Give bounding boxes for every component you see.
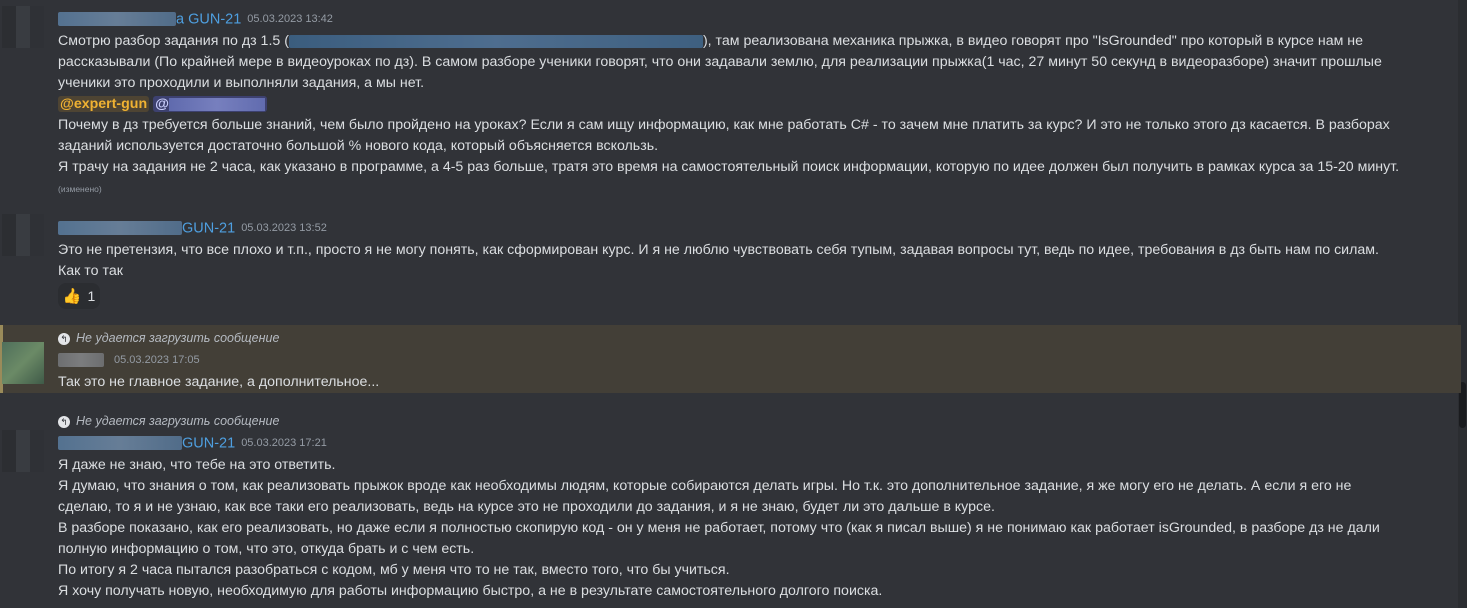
message-text: ), там реализована механика прыжка, в ви…: [702, 33, 1364, 49]
message-text: Смотрю разбор задания по дз 1.5 (: [58, 33, 289, 49]
author-name[interactable]: a GUN-21: [176, 11, 241, 27]
avatar[interactable]: [2, 342, 44, 384]
reaction-thumbs-up[interactable]: 👍 1: [58, 283, 100, 309]
avatar[interactable]: [2, 6, 44, 48]
message-line: полную информацию о том, что это, откуда…: [58, 541, 475, 557]
author-name-blurred[interactable]: [58, 12, 176, 27]
timestamp[interactable]: 05.03.2023 17:05: [114, 354, 200, 366]
author-name[interactable]: GUN-21: [182, 435, 235, 451]
author-name[interactable]: GUN-21: [182, 220, 235, 236]
mention-name-blurred: [168, 97, 265, 111]
mention-expert-gun[interactable]: @expert-gun: [58, 96, 150, 112]
message-line: В разборе показано, как его реализовать,…: [58, 520, 1380, 536]
message-line: Это не претензия, что все плохо и т.п., …: [58, 242, 1379, 258]
edited-label: (изменено): [58, 184, 102, 194]
message-line: Я трачу на задания не 2 часа, как указан…: [58, 159, 1400, 175]
message-header: 05.03.2023 17:05: [58, 352, 200, 368]
message-line: Я думаю, что знания о том, как реализова…: [58, 478, 1352, 494]
reply-icon: ↰: [58, 415, 70, 428]
message-line: рассказывали (По крайней мере в видеоуро…: [58, 54, 1382, 70]
message-line: сделаю, то я и не узнаю, как все таки ег…: [58, 499, 995, 515]
author-name-blurred[interactable]: [58, 353, 104, 368]
author-name-blurred[interactable]: [58, 436, 182, 451]
message-line: ученики это проходили и выполняли задани…: [58, 75, 425, 91]
message-line: Смотрю разбор задания по дз 1.5 ( ), там …: [58, 31, 1363, 51]
timestamp[interactable]: 05.03.2023 17:21: [241, 437, 327, 449]
message-line: По итогу я 2 часа пытался разобраться с …: [58, 562, 730, 578]
reply-icon: ↰: [58, 332, 70, 345]
reply-reference[interactable]: ↰ Не удается загрузить сообщение: [58, 414, 279, 428]
thumbs-up-icon: 👍: [62, 288, 82, 305]
reaction-count: 1: [87, 288, 96, 304]
timestamp[interactable]: 05.03.2023 13:52: [241, 222, 327, 234]
mentions-line: @expert-gun @: [58, 94, 267, 114]
timestamp[interactable]: 05.03.2023 13:42: [247, 13, 333, 25]
message-line: Я даже не знаю, что тебе на это ответить…: [58, 457, 336, 473]
author-name-blurred[interactable]: [58, 221, 182, 236]
mention-user[interactable]: @: [153, 96, 267, 112]
message-header: GUN-21 05.03.2023 13:52: [58, 220, 327, 236]
message-header: GUN-21 05.03.2023 17:21: [58, 435, 327, 451]
reply-reference[interactable]: ↰ Не удается загрузить сообщение: [58, 331, 279, 345]
message-header: a GUN-21 05.03.2023 13:42: [58, 11, 333, 27]
message-line: Почему в дз требуется больше знаний, чем…: [58, 117, 1390, 133]
avatar[interactable]: [2, 430, 44, 472]
link-blurred[interactable]: [288, 34, 703, 48]
message-line: Я хочу получать новую, необходимую для р…: [58, 583, 883, 599]
message-line: Так это не главное задание, а дополнител…: [58, 374, 380, 390]
scrollbar-track[interactable]: [1458, 0, 1467, 608]
avatar[interactable]: [2, 214, 44, 256]
message-line: Как то так: [58, 263, 123, 279]
message-line: заданий используется достаточно большой …: [58, 138, 659, 154]
